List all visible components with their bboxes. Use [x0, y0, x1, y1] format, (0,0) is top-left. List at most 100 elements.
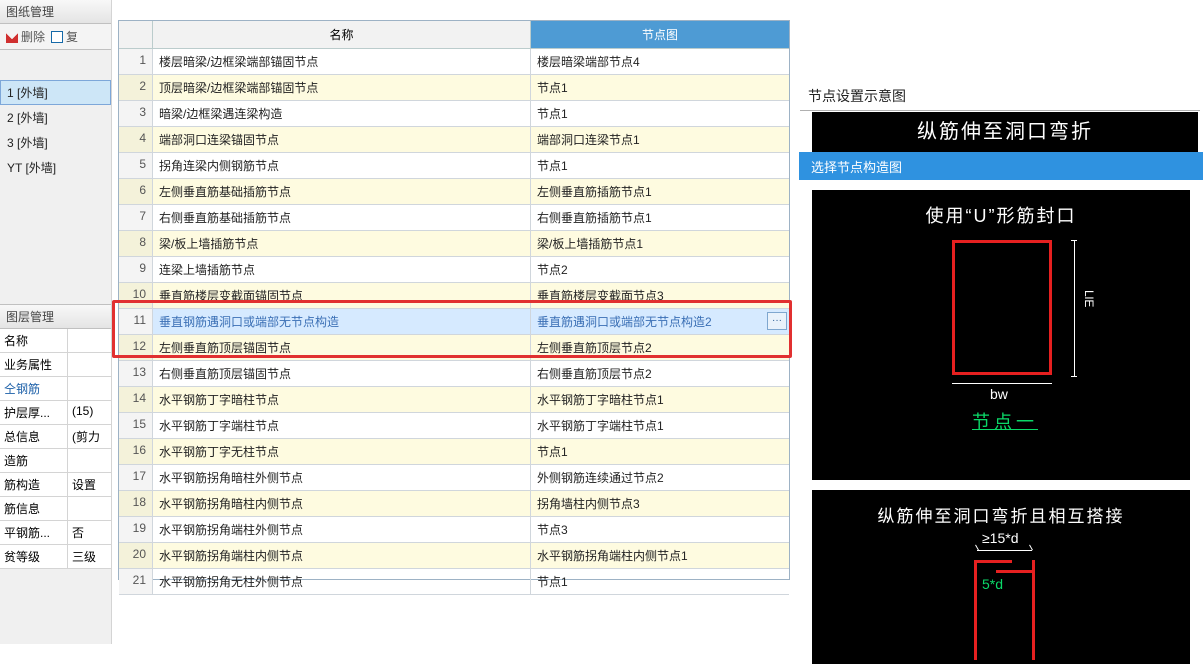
table-row[interactable]: 15水平钢筋丁字端柱节点水平钢筋丁字端柱节点1 [119, 413, 789, 439]
table-row[interactable]: 10垂直筋楼层变截面锚固节点垂直筋楼层变截面节点3 [119, 283, 789, 309]
cell-node[interactable]: 水平钢筋丁字端柱节点1 [531, 413, 789, 439]
table-row[interactable]: 5拐角连梁内侧钢筋节点节点1 [119, 153, 789, 179]
node-thumbnail-2[interactable]: 纵筋伸至洞口弯折且相互搭接 ≥15*d 5*d [812, 490, 1190, 664]
cell-name[interactable]: 水平钢筋丁字无柱节点 [153, 439, 531, 465]
cell-node[interactable]: 拐角墙柱内侧节点3 [531, 491, 789, 517]
cell-name[interactable]: 垂直筋楼层变截面锚固节点 [153, 283, 531, 309]
property-value[interactable] [68, 377, 111, 400]
table-row[interactable]: 4端部洞口连梁锚固节点端部洞口连梁节点1 [119, 127, 789, 153]
cell-name[interactable]: 水平钢筋拐角暗柱内侧节点 [153, 491, 531, 517]
cell-name[interactable]: 水平钢筋丁字暗柱节点 [153, 387, 531, 413]
cell-name[interactable]: 楼层暗梁/边框梁端部锚固节点 [153, 49, 531, 75]
property-value[interactable]: (15) [68, 401, 111, 424]
property-row[interactable]: 筋构造设置 [0, 473, 111, 497]
table-row[interactable]: 19水平钢筋拐角端柱外侧节点节点3 [119, 517, 789, 543]
table-row[interactable]: 9连梁上墙插筋节点节点2 [119, 257, 789, 283]
property-row[interactable]: 仝钢筋 [0, 377, 111, 401]
cell-node[interactable]: 节点1 [531, 569, 789, 595]
cell-node[interactable]: 外侧钢筋连续通过节点2 [531, 465, 789, 491]
table-row[interactable]: 18水平钢筋拐角暗柱内侧节点拐角墙柱内侧节点3 [119, 491, 789, 517]
property-row[interactable]: 护层厚...(15) [0, 401, 111, 425]
property-value[interactable]: (剪力 [68, 425, 111, 448]
cell-node[interactable]: 左侧垂直筋顶层节点2 [531, 335, 789, 361]
cell-name[interactable]: 水平钢筋拐角端柱内侧节点 [153, 543, 531, 569]
drawings-list-item[interactable]: 1 [外墙] [0, 80, 111, 105]
cell-node[interactable]: 垂直筋遇洞口或端部无节点构造2··· [531, 309, 789, 335]
delete-button[interactable]: 删除 [6, 28, 45, 45]
cell-name[interactable]: 水平钢筋拐角端柱外侧节点 [153, 517, 531, 543]
table-row[interactable]: 8梁/板上墙插筋节点梁/板上墙插筋节点1 [119, 231, 789, 257]
table-row[interactable]: 6左侧垂直筋基础插筋节点左侧垂直筋插筋节点1 [119, 179, 789, 205]
cell-node[interactable]: 节点1 [531, 101, 789, 127]
table-row[interactable]: 16水平钢筋丁字无柱节点节点1 [119, 439, 789, 465]
col-name-header[interactable]: 名称 [153, 21, 531, 49]
cell-node[interactable]: 节点1 [531, 439, 789, 465]
property-value[interactable]: 设置 [68, 473, 111, 496]
cell-name[interactable]: 拐角连梁内侧钢筋节点 [153, 153, 531, 179]
property-row[interactable]: 总信息(剪力 [0, 425, 111, 449]
cell-node[interactable]: 垂直筋楼层变截面节点3 [531, 283, 789, 309]
table-row[interactable]: 12左侧垂直筋顶层锚固节点左侧垂直筋顶层节点2 [119, 335, 789, 361]
table-row[interactable]: 14水平钢筋丁字暗柱节点水平钢筋丁字暗柱节点1 [119, 387, 789, 413]
bw-label: bw [990, 386, 1008, 402]
cell-node[interactable]: 节点3 [531, 517, 789, 543]
table-row[interactable]: 21水平钢筋拐角无柱外侧节点节点1 [119, 569, 789, 595]
drawings-list-item[interactable]: YT [外墙] [0, 155, 111, 180]
cell-name[interactable]: 连梁上墙插筋节点 [153, 257, 531, 283]
cell-node[interactable]: 节点2 [531, 257, 789, 283]
cell-node[interactable]: 节点1 [531, 75, 789, 101]
table-row[interactable]: 7右侧垂直筋基础插筋节点右侧垂直筋插筋节点1 [119, 205, 789, 231]
row-number: 16 [119, 439, 153, 465]
cell-node[interactable]: 水平钢筋丁字暗柱节点1 [531, 387, 789, 413]
cell-name[interactable]: 端部洞口连梁锚固节点 [153, 127, 531, 153]
cell-name[interactable]: 水平钢筋拐角暗柱外侧节点 [153, 465, 531, 491]
rebar-bend-left-icon [974, 560, 1012, 563]
cell-name[interactable]: 左侧垂直筋基础插筋节点 [153, 179, 531, 205]
cell-name[interactable]: 水平钢筋拐角无柱外侧节点 [153, 569, 531, 595]
cell-node[interactable]: 楼层暗梁端部节点4 [531, 49, 789, 75]
table-row[interactable]: 11垂直钢筋遇洞口或端部无节点构造垂直筋遇洞口或端部无节点构造2··· [119, 309, 789, 335]
property-row[interactable]: 造筋 [0, 449, 111, 473]
copy-button[interactable]: 复 [51, 28, 78, 45]
property-row[interactable]: 业务属性 [0, 353, 111, 377]
col-node-header[interactable]: 节点图 [531, 21, 789, 49]
cell-name[interactable]: 右侧垂直筋基础插筋节点 [153, 205, 531, 231]
property-value[interactable] [68, 449, 111, 472]
property-value[interactable]: 三级 [68, 545, 111, 568]
drawings-panel-header: 图纸管理 [0, 0, 111, 24]
property-row[interactable]: 筋信息 [0, 497, 111, 521]
node-thumbnail-1[interactable]: 使用“U”形筋封口 LlE bw 节点一 [812, 190, 1190, 480]
rebar-bend-right-icon [996, 570, 1034, 573]
table-row[interactable]: 1楼层暗梁/边框梁端部锚固节点楼层暗梁端部节点4 [119, 49, 789, 75]
property-value[interactable] [68, 353, 111, 376]
cell-node[interactable]: 水平钢筋拐角端柱内侧节点1 [531, 543, 789, 569]
select-node-dialog-header[interactable]: 选择节点构造图 [799, 152, 1203, 180]
cell-name[interactable]: 右侧垂直筋顶层锚固节点 [153, 361, 531, 387]
property-value[interactable] [68, 497, 111, 520]
drawings-list-item[interactable]: 2 [外墙] [0, 105, 111, 130]
property-row[interactable]: 平钢筋...否 [0, 521, 111, 545]
cell-node[interactable]: 端部洞口连梁节点1 [531, 127, 789, 153]
table-row[interactable]: 13右侧垂直筋顶层锚固节点右侧垂直筋顶层节点2 [119, 361, 789, 387]
cell-name[interactable]: 暗梁/边框梁遇连梁构造 [153, 101, 531, 127]
table-row[interactable]: 2顶层暗梁/边框梁端部锚固节点节点1 [119, 75, 789, 101]
table-row[interactable]: 17水平钢筋拐角暗柱外侧节点外侧钢筋连续通过节点2 [119, 465, 789, 491]
cell-name[interactable]: 梁/板上墙插筋节点 [153, 231, 531, 257]
cell-node[interactable]: 梁/板上墙插筋节点1 [531, 231, 789, 257]
row-number: 18 [119, 491, 153, 517]
browse-button[interactable]: ··· [767, 312, 787, 330]
cell-node[interactable]: 右侧垂直筋顶层节点2 [531, 361, 789, 387]
node-link-1[interactable]: 节点一 [972, 408, 1038, 434]
property-value[interactable]: 否 [68, 521, 111, 544]
cell-name[interactable]: 水平钢筋丁字端柱节点 [153, 413, 531, 439]
property-row[interactable]: 贫等级三级 [0, 545, 111, 569]
cell-name[interactable]: 顶层暗梁/边框梁端部锚固节点 [153, 75, 531, 101]
cell-name[interactable]: 左侧垂直筋顶层锚固节点 [153, 335, 531, 361]
cell-node[interactable]: 左侧垂直筋插筋节点1 [531, 179, 789, 205]
cell-node[interactable]: 右侧垂直筋插筋节点1 [531, 205, 789, 231]
table-row[interactable]: 3暗梁/边框梁遇连梁构造节点1 [119, 101, 789, 127]
table-row[interactable]: 20水平钢筋拐角端柱内侧节点水平钢筋拐角端柱内侧节点1 [119, 543, 789, 569]
cell-node[interactable]: 节点1 [531, 153, 789, 179]
drawings-list-item[interactable]: 3 [外墙] [0, 130, 111, 155]
cell-name[interactable]: 垂直钢筋遇洞口或端部无节点构造 [153, 309, 531, 335]
